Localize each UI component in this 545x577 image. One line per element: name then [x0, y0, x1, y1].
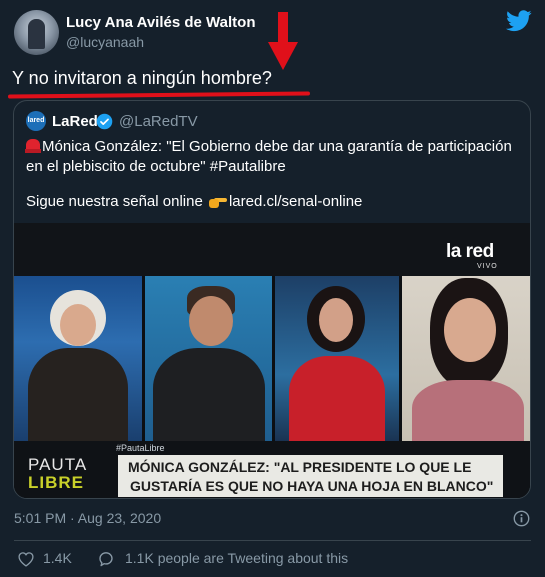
headline-line-1: MÓNICA GONZÁLEZ: "AL PRESIDENTE LO QUE L…: [128, 459, 472, 475]
heart-icon[interactable]: [17, 551, 35, 567]
info-icon[interactable]: [513, 510, 530, 527]
twitter-bird-icon[interactable]: [506, 10, 532, 32]
quoted-avatar[interactable]: lared: [26, 111, 46, 131]
live-label: VIVO: [477, 263, 498, 270]
author-avatar[interactable]: [14, 10, 59, 55]
siren-icon: [25, 139, 41, 153]
like-count[interactable]: 1.4K: [43, 550, 72, 566]
quoted-text: Mónica González: "El Gobierno debe dar u…: [25, 137, 521, 177]
hashtag-label: #PautaLibre: [116, 443, 165, 453]
tweet-timestamp[interactable]: 5:01 PM · Aug 23, 2020: [14, 510, 161, 526]
guest-4-body: [412, 380, 524, 441]
people-tweeting-link[interactable]: 1.1K people are Tweeting about this: [125, 550, 348, 566]
guest-3-face: [319, 298, 353, 342]
guest-3-body: [289, 356, 385, 441]
quoted-tweet[interactable]: lared LaRed @LaRedTV Mónica González: "E…: [13, 100, 531, 499]
video-panel-guest-4: [402, 276, 530, 441]
tweet-text: Y no invitaron a ningún hombre?: [12, 68, 272, 88]
video-thumbnail[interactable]: la red VIVO #PautaLibre PAUTA LIBRE MÓNI…: [14, 223, 530, 498]
quoted-link-line: Sigue nuestra señal online lared.cl/sena…: [26, 193, 362, 210]
verified-badge-icon: [96, 113, 113, 130]
guest-4-face: [444, 298, 496, 362]
quoted-author-handle[interactable]: @LaRedTV: [119, 113, 198, 130]
tweet-card: Lucy Ana Avilés de Walton @lucyanaah Y n…: [0, 0, 545, 577]
channel-logo: la red: [446, 241, 494, 262]
guest-1-face: [60, 304, 96, 346]
footer-divider: [14, 540, 531, 541]
red-underline-annotation: [7, 91, 311, 99]
video-panel-guest-2: [145, 276, 272, 441]
author-handle[interactable]: @lucyanaah: [66, 34, 144, 50]
link-prefix: Sigue nuestra señal online: [26, 193, 203, 210]
speech-bubble-icon[interactable]: [97, 550, 115, 568]
show-name-top: PAUTA: [28, 455, 88, 474]
quoted-author-name[interactable]: LaRed: [52, 113, 98, 130]
quoted-text-body: Mónica González: "El Gobierno debe dar u…: [26, 138, 512, 175]
red-arrow-annotation: [268, 12, 298, 70]
link-url[interactable]: lared.cl/senal-online: [229, 193, 362, 210]
news-lower-third: #PautaLibre PAUTA LIBRE MÓNICA GONZÁLEZ:…: [14, 441, 530, 498]
headline-box: MÓNICA GONZÁLEZ: "AL PRESIDENTE LO QUE L…: [118, 455, 503, 497]
video-panel-guest-1: [14, 276, 142, 441]
author-name[interactable]: Lucy Ana Avilés de Walton: [66, 14, 255, 31]
avatar-figure: [28, 19, 45, 49]
guest-1-body: [28, 348, 128, 441]
show-name-bottom: LIBRE: [28, 473, 84, 492]
headline-line-2: GUSTARÍA ES QUE NO HAYA UNA HOJA EN BLAN…: [130, 478, 494, 494]
video-panel-guest-3: [275, 276, 399, 441]
pointing-hand-icon: [208, 198, 227, 208]
guest-2-body: [153, 348, 265, 441]
guest-2-face: [189, 296, 233, 346]
